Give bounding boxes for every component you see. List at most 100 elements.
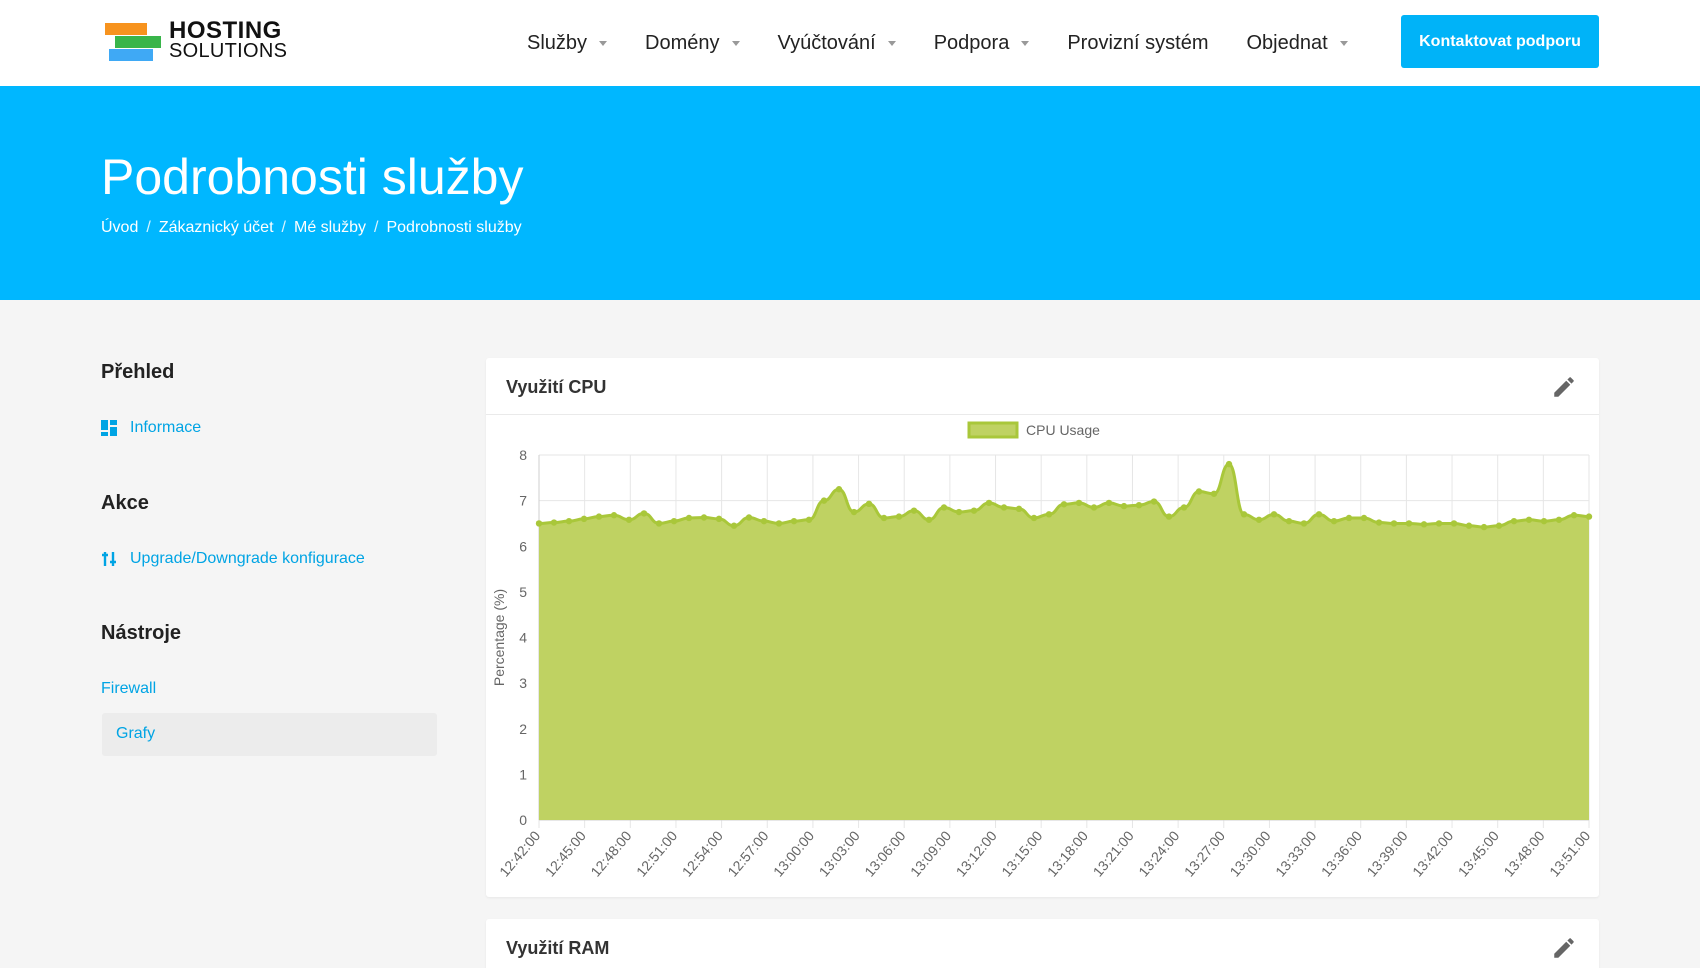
data-point [1285,517,1293,525]
data-point [1270,511,1278,518]
chevron-down-icon [599,40,608,46]
chevron-down-icon [887,40,896,46]
data-point [1195,488,1203,495]
data-point [985,499,993,507]
y-tick-label: 3 [519,675,527,691]
data-point [1510,517,1518,525]
data-point [1075,499,1083,507]
y-tick-label: 8 [519,447,527,463]
data-point [1525,516,1533,523]
data-point [1405,520,1413,527]
data-point [700,514,708,521]
data-point [1390,520,1398,527]
legend-swatch [967,421,1019,439]
x-tick-label: 13:30:00 [1226,827,1273,879]
data-point [850,508,858,516]
page-title: Podrobnosti služby [101,149,524,205]
edit-icon[interactable] [1551,374,1577,400]
card-header: Využití RAM [486,919,1599,968]
x-tick-label: 13:12:00 [953,827,1000,879]
sidebar-item-grafy[interactable]: Grafy [116,725,155,743]
breadcrumb-my-services[interactable]: Mé služby [294,219,366,237]
breadcrumb-home[interactable]: Úvod [101,219,138,237]
data-point [895,513,903,520]
breadcrumb-separator: / [281,219,286,236]
data-point [1165,513,1173,520]
data-point [1345,514,1353,522]
data-point [1540,517,1548,525]
data-point [820,497,828,504]
edit-icon[interactable] [1551,935,1577,961]
data-point [1480,523,1488,531]
sliders-icon [101,551,117,567]
breadcrumb-client-area[interactable]: Zákaznický účet [159,219,274,237]
data-point [1060,501,1068,508]
nav-item-provizni-system[interactable]: Provizní systém [1067,32,1208,55]
x-tick-label: 13:27:00 [1181,827,1228,879]
x-tick-label: 13:03:00 [816,827,863,879]
nav-label: Domény [645,31,720,54]
data-point [1570,512,1578,519]
logo-mark [105,23,161,63]
data-point [1585,513,1593,520]
x-tick-label: 13:15:00 [998,827,1045,879]
sidebar-item-firewall[interactable]: Firewall [101,680,156,698]
data-point [655,520,663,527]
chevron-down-icon [1339,40,1348,46]
y-axis-label: Percentage (%) [491,589,507,686]
y-tick-label: 4 [519,630,527,646]
chevron-down-icon [1021,40,1030,46]
sidebar-title-actions: Akce [101,492,149,514]
nav-item-podpora[interactable]: Podpora [934,32,1030,55]
data-point [1105,499,1113,507]
data-point [1135,501,1143,509]
y-tick-label: 1 [519,766,527,782]
nav-item-sluzby[interactable]: Služby [527,32,608,55]
main-nav: Služby Domény Vyúčtování Podpora Provizn… [527,28,1386,58]
y-tick-label: 0 [519,812,527,828]
nav-item-domeny[interactable]: Domény [645,31,740,55]
x-tick-label: 13:21:00 [1089,827,1136,879]
x-tick-label: 13:18:00 [1044,827,1091,879]
data-point [745,514,753,521]
y-tick-label: 2 [519,721,527,737]
logo-line-1: HOSTING [169,17,282,44]
x-tick-label: 12:51:00 [633,827,680,879]
data-point [1450,520,1458,527]
sidebar-item-label: Firewall [101,680,157,697]
data-point [580,515,588,523]
x-tick-label: 13:00:00 [770,827,817,879]
data-point [1360,514,1368,522]
logo[interactable]: HOSTING SOLUTIONS [105,17,288,66]
card-title: Využití RAM [506,938,610,958]
data-point [1045,511,1053,518]
x-tick-label: 12:48:00 [587,827,634,879]
sidebar-item-informace[interactable]: Informace [101,419,201,437]
sidebar-title-overview: Přehled [101,361,175,383]
card-header: Využití CPU [486,358,1599,415]
nav-item-objednat[interactable]: Objednat [1247,32,1348,55]
data-point [925,516,933,523]
data-point [610,512,618,519]
sidebar-item-upgrade[interactable]: Upgrade/Downgrade konfigurace [101,550,365,568]
data-point [865,500,873,508]
nav-label: Provizní systém [1067,31,1209,54]
page-hero: Podrobnosti služby Úvod / Zákaznický úče… [0,86,1700,300]
data-point [1330,517,1338,525]
data-point [730,522,738,529]
contact-support-button[interactable]: Kontaktovat podporu [1401,15,1599,68]
data-point [1255,516,1263,523]
data-point [565,517,573,525]
logo-text: HOSTING SOLUTIONS [169,17,288,62]
nav-item-vyuctovani[interactable]: Vyúčtování [778,32,896,55]
x-tick-label: 13:09:00 [907,827,954,879]
x-tick-label: 13:06:00 [861,827,908,879]
data-point [1150,498,1158,505]
y-tick-label: 7 [519,493,527,509]
data-point [970,507,978,514]
sidebar-title-tools: Nástroje [101,622,182,644]
x-tick-label: 12:42:00 [496,827,543,879]
x-tick-label: 12:45:00 [542,827,589,879]
logo-line-2: SOLUTIONS [169,40,288,62]
sidebar-item-label: Grafy [116,725,156,742]
